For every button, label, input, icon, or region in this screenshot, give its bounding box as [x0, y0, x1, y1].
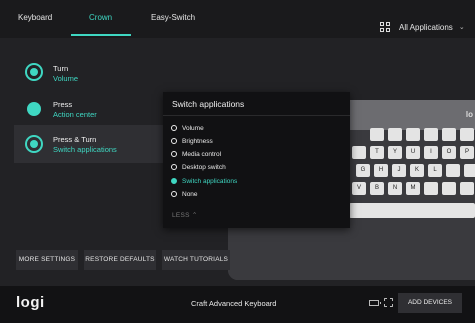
crown-action-press[interactable]: Press Action center	[14, 91, 164, 129]
keyboard-key	[406, 128, 420, 141]
keyboard-key: H	[374, 164, 388, 177]
crown-action-value: Action center	[53, 110, 97, 119]
keyboard-key: P	[460, 146, 474, 159]
crown-action-title: Press & Turn	[53, 135, 97, 144]
option-brightness[interactable]: Brightness	[171, 136, 213, 146]
option-label: Switch applications	[182, 177, 238, 185]
popup-title: Switch applications	[172, 99, 245, 109]
tab-keyboard[interactable]: Keyboard	[18, 13, 52, 22]
app-grid-icon	[380, 22, 390, 32]
option-switch-applications[interactable]: Switch applications	[171, 176, 237, 186]
application-selector-label: All Applications	[399, 22, 453, 32]
keyboard-key	[464, 164, 475, 177]
footer-bar: logi Craft Advanced Keyboard ADD DEVICES	[0, 286, 475, 323]
keyboard-key: V	[352, 182, 366, 195]
option-label: Desktop switch	[182, 163, 226, 171]
radio-icon	[171, 151, 177, 157]
crown-action-value: Switch applications	[53, 145, 117, 154]
keyboard-key: G	[356, 164, 370, 177]
crown-action-turn[interactable]: Turn Volume	[14, 53, 164, 91]
keyboard-key	[424, 128, 438, 141]
radio-icon	[171, 125, 177, 131]
keyboard-key: M	[406, 182, 420, 195]
keyboard-key: O	[442, 146, 456, 159]
keyboard-key: T	[370, 146, 384, 159]
crown-action-title: Turn	[53, 64, 69, 73]
battery-icon	[369, 300, 381, 306]
chevron-down-icon: ⌄	[458, 24, 465, 31]
keyboard-key	[442, 182, 456, 195]
add-devices-button[interactable]: ADD DEVICES	[398, 293, 462, 313]
popup-header: Switch applications	[163, 92, 350, 116]
crown-turn-icon	[25, 63, 43, 81]
option-label: None	[182, 190, 198, 198]
radio-selected-icon	[171, 178, 177, 184]
crown-press-turn-icon	[25, 135, 43, 153]
switch-applications-popup: Switch applications Volume Brightness Me…	[163, 92, 350, 228]
keyboard-key: U	[406, 146, 420, 159]
option-volume[interactable]: Volume	[171, 123, 204, 133]
top-bar: Keyboard Crown Easy-Switch All Applicati…	[0, 0, 475, 38]
keyboard-key: Y	[388, 146, 402, 159]
connection-icon	[384, 298, 393, 307]
keyboard-key	[388, 128, 402, 141]
keyboard-key: L	[428, 164, 442, 177]
keyboard-key	[442, 128, 456, 141]
crown-action-value: Volume	[53, 74, 79, 83]
main-panel: Turn Volume Press Action center Press & …	[0, 38, 475, 286]
option-label: Volume	[182, 124, 204, 132]
tab-easy-switch[interactable]: Easy-Switch	[151, 13, 195, 22]
keyboard-key	[446, 164, 460, 177]
keyboard-key: K	[410, 164, 424, 177]
less-toggle[interactable]: LESS ⌃	[172, 211, 198, 219]
keyboard-key	[352, 146, 366, 159]
keyboard-spacebar	[349, 203, 475, 218]
tab-crown[interactable]: Crown	[89, 13, 112, 22]
crown-press-icon	[27, 102, 41, 116]
option-none[interactable]: None	[171, 189, 198, 199]
crown-action-press-turn[interactable]: Press & Turn Switch applications	[14, 125, 164, 163]
application-selector[interactable]: All Applications ⌄	[380, 20, 465, 34]
radio-icon	[171, 191, 177, 197]
option-label: Media control	[182, 150, 222, 158]
option-label: Brightness	[182, 137, 213, 145]
keyboard-key	[370, 128, 384, 141]
keyboard-key: J	[392, 164, 406, 177]
device-name: Craft Advanced Keyboard	[191, 299, 277, 308]
option-media-control[interactable]: Media control	[171, 149, 221, 159]
option-desktop-switch[interactable]: Desktop switch	[171, 162, 226, 172]
crown-action-title: Press	[53, 100, 73, 109]
keyboard-key	[424, 182, 438, 195]
active-tab-indicator	[71, 34, 131, 36]
radio-icon	[171, 164, 177, 170]
keyboard-key	[460, 182, 474, 195]
keyboard-key	[460, 128, 474, 141]
logi-logo: logi	[16, 294, 45, 311]
more-settings-button[interactable]: MORE SETTINGS	[16, 250, 78, 270]
keyboard-key: N	[388, 182, 402, 195]
keyboard-logo: lo	[465, 110, 473, 119]
restore-defaults-button[interactable]: RESTORE DEFAULTS	[84, 250, 156, 270]
radio-icon	[171, 138, 177, 144]
keyboard-key: I	[424, 146, 438, 159]
keyboard-key: B	[370, 182, 384, 195]
watch-tutorials-button[interactable]: WATCH TUTORIALS	[162, 250, 230, 270]
